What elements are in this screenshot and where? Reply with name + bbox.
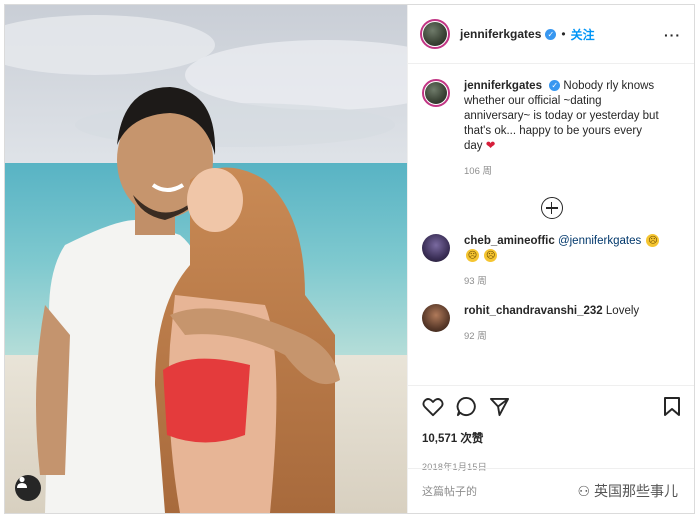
caption-row: jenniferkgates ✓ Nobody rly knows whethe… [422,79,681,179]
wechat-icon: ⚇ [577,483,591,499]
comment-mention-link[interactable]: @jenniferkgates [558,235,641,247]
comment-age: 93 周 [464,276,487,287]
avatar[interactable] [422,234,450,262]
plus-circle-icon[interactable] [540,197,563,219]
more-options-icon[interactable]: ··· [664,27,681,43]
caption-username[interactable]: jenniferkgates [464,80,542,92]
post-actions: 10,571 次赞 2018年1月15日 [408,385,694,473]
sad-face-emoji-icon: ☹ [484,249,498,263]
comment-username[interactable]: cheb_amineoffic [464,235,555,247]
comment-text: Lovely [605,305,640,317]
user-tag-icon[interactable] [15,475,41,501]
avatar[interactable] [420,19,450,49]
avatar[interactable] [422,79,450,107]
heart-icon[interactable] [422,397,444,422]
comment-username[interactable]: rohit_chandravanshi_232 [464,305,603,317]
sad-face-emoji-icon: ☹ [466,249,479,263]
sad-face-emoji-icon: ☹ [646,234,660,248]
post-window: jenniferkgates ✓ • 关注 ··· jenniferkgates… [4,4,695,514]
comment-input[interactable]: 这篇帖子的 [422,483,477,499]
comment-item: cheb_amineoffic @jenniferkgates ☹ ☹ ☹ 93… [422,234,681,289]
watermark: ⚇ 英国那些事儿 [575,481,680,501]
post-header: jenniferkgates ✓ • 关注 ··· [408,5,694,64]
comment-icon[interactable] [456,396,477,422]
avatar[interactable] [422,304,450,332]
follow-button[interactable]: 关注 [571,26,595,43]
verified-badge-icon: ✓ [549,80,561,92]
comments-list[interactable]: jenniferkgates ✓ Nobody rly knows whethe… [408,64,694,384]
header-username[interactable]: jenniferkgates [460,27,541,41]
share-icon[interactable] [489,397,510,422]
verified-badge-icon: ✓ [545,28,557,40]
comment-age: 92 周 [464,331,487,342]
header-separator: • [561,27,566,41]
heart-emoji-icon: ❤ [485,140,496,152]
watermark-text: 英国那些事儿 [594,483,678,499]
bookmark-icon[interactable] [663,396,681,422]
post-side-panel: jenniferkgates ✓ • 关注 ··· jenniferkgates… [407,5,694,513]
post-photo[interactable] [5,5,407,513]
comment-item: rohit_chandravanshi_232 Lovely 92 周 [422,304,681,344]
likes-count[interactable]: 10,571 次赞 [422,430,681,446]
beach-photo-image [5,5,407,513]
caption-age: 106 周 [464,166,492,177]
